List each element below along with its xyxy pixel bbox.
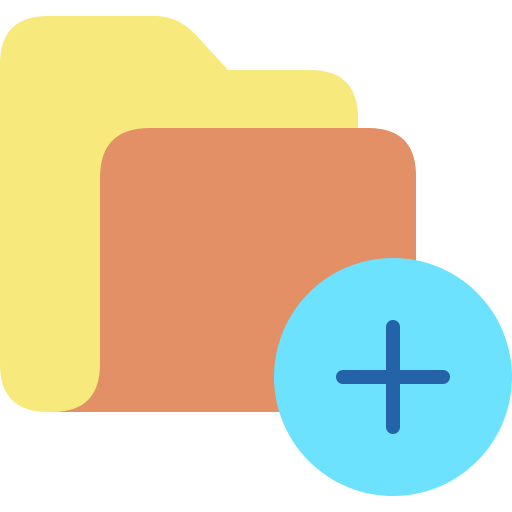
add-folder-icon: [0, 16, 512, 496]
add-folder-icon-canvas: [0, 0, 512, 512]
